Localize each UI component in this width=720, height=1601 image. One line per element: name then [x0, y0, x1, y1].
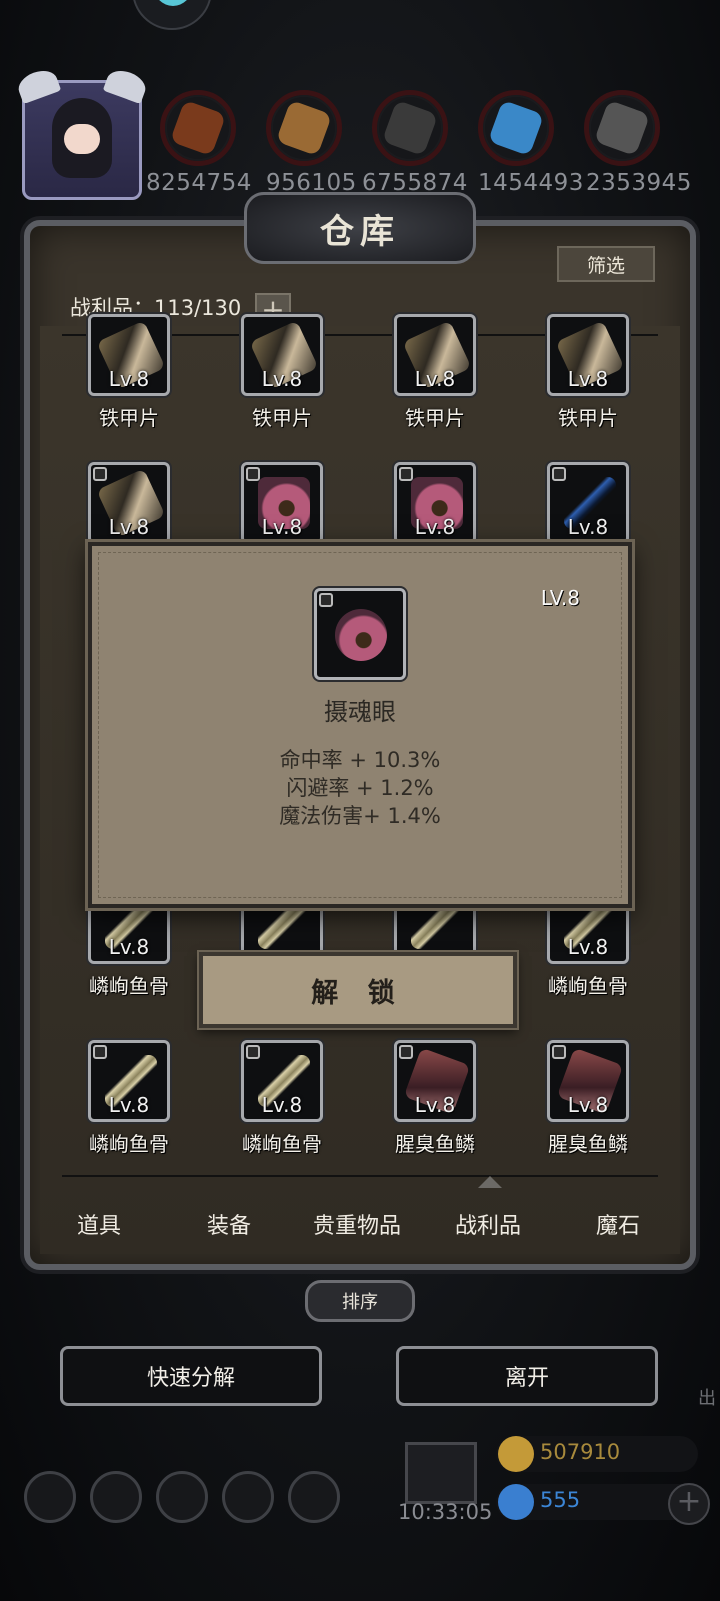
lock-icon [552, 1045, 566, 1059]
item-name: 嶙峋鱼骨 [242, 1132, 322, 1156]
guild-icon[interactable] [156, 1471, 208, 1523]
side-exit-label: 出 [698, 1388, 716, 1409]
item-level: Lv.8 [108, 367, 150, 391]
tooltip-item-name: 摄魂眼 [324, 698, 396, 726]
item-level: Lv.8 [414, 367, 456, 391]
active-tab-indicator [478, 1176, 502, 1188]
filter-button[interactable]: 筛选 [557, 246, 655, 282]
item-level: Lv.8 [108, 515, 150, 539]
item-level: Lv.8 [108, 935, 150, 959]
resource-count-iron: 2353945 [586, 170, 692, 196]
tooltip-stat: 闪避率 + 1.2% [286, 776, 434, 800]
tooltip-stat: 魔法伤害+ 1.4% [279, 804, 441, 828]
tab-items[interactable]: 道具 [77, 1208, 121, 1240]
mail-icon[interactable] [222, 1471, 274, 1523]
lock-icon [246, 467, 260, 481]
tooltip-stat: 命中率 + 10.3% [279, 748, 441, 772]
item-slot[interactable]: Lv.8 [88, 462, 170, 544]
item-slot[interactable]: Lv.8 [547, 462, 629, 544]
shop-icon[interactable] [288, 1471, 340, 1523]
item-level: Lv.8 [567, 1093, 609, 1117]
divider [62, 1175, 658, 1177]
tab-magic-stones[interactable]: 魔石 [596, 1208, 640, 1240]
item-name: 铁甲片 [558, 406, 618, 430]
sort-button[interactable]: 排序 [305, 1280, 415, 1322]
item-slot[interactable]: Lv.8 [241, 462, 323, 544]
item-slot[interactable]: Lv.8 [547, 1040, 629, 1122]
resource-meat[interactable] [160, 90, 236, 166]
bird-icon [154, 0, 192, 6]
tab-equipment[interactable]: 装备 [207, 1208, 251, 1240]
lock-icon [93, 467, 107, 481]
item-slot[interactable]: Lv.8 [394, 314, 476, 396]
resource-iron[interactable] [584, 90, 660, 166]
lock-icon [552, 467, 566, 481]
item-level: Lv.8 [261, 1093, 303, 1117]
item-level: Lv.8 [414, 515, 456, 539]
item-slot[interactable]: Lv.8 [88, 1040, 170, 1122]
item-name: 嶙峋鱼骨 [548, 974, 628, 998]
iron-icon [593, 99, 651, 157]
item-name: 嶙峋鱼骨 [89, 1132, 169, 1156]
item-level: Lv.8 [567, 935, 609, 959]
tab-valuables[interactable]: 贵重物品 [313, 1208, 401, 1240]
item-slot[interactable]: Lv.8 [394, 1040, 476, 1122]
warehouse-title-plate: 仓库 [244, 192, 476, 264]
lock-icon [399, 467, 413, 481]
item-name: 腥臭鱼鳞 [548, 1132, 628, 1156]
item-level: Lv.8 [261, 515, 303, 539]
unlock-label: 解 锁 [311, 977, 405, 1009]
diamond-icon [498, 1484, 534, 1520]
item-name: 铁甲片 [99, 406, 159, 430]
wood-icon [275, 99, 333, 157]
item-level: Lv.8 [567, 515, 609, 539]
lock-icon [93, 1045, 107, 1059]
tooltip-item-slot [314, 588, 406, 680]
item-name: 铁甲片 [405, 406, 465, 430]
resource-wood[interactable] [266, 90, 342, 166]
item-slot[interactable]: Lv.8 [241, 314, 323, 396]
item-level: Lv.8 [414, 1093, 456, 1117]
crystal-icon [487, 99, 545, 157]
soul-eye-icon [335, 609, 387, 661]
item-name: 腥臭鱼鳞 [395, 1132, 475, 1156]
item-level: Lv.8 [108, 1093, 150, 1117]
item-name: 嶙峋鱼骨 [89, 974, 169, 998]
meat-icon [169, 99, 227, 157]
tab-loot[interactable]: 战利品 [455, 1208, 521, 1240]
unlock-button[interactable]: 解 锁 [199, 952, 517, 1028]
stone-icon [381, 99, 439, 157]
star-icon[interactable] [90, 1471, 142, 1523]
item-tooltip: LV.8 摄魂眼 命中率 + 10.3% 闪避率 + 1.2% 魔法伤害+ 1.… [88, 542, 632, 908]
resource-count-crystal: 1454493 [478, 170, 584, 196]
gift-timer: 10:33:05 [398, 1500, 493, 1524]
leave-button[interactable]: 离开 [396, 1346, 658, 1406]
tooltip-level: LV.8 [540, 586, 580, 610]
resource-count-meat: 8254754 [146, 170, 252, 196]
item-slot[interactable]: Lv.8 [394, 462, 476, 544]
gold-amount: 507910 [540, 1440, 621, 1464]
lock-icon [399, 1045, 413, 1059]
lock-icon [319, 593, 333, 607]
item-level: Lv.8 [567, 367, 609, 391]
resource-crystal[interactable] [478, 90, 554, 166]
lock-icon [246, 1045, 260, 1059]
add-currency-button[interactable]: + [668, 1483, 710, 1525]
quick-decompose-button[interactable]: 快速分解 [60, 1346, 322, 1406]
item-slot[interactable]: Lv.8 [241, 1040, 323, 1122]
gold-coin-icon [498, 1436, 534, 1472]
item-name: 铁甲片 [252, 406, 312, 430]
item-slot[interactable]: Lv.8 [88, 314, 170, 396]
avatar [52, 98, 112, 178]
diamond-amount: 555 [540, 1488, 581, 1512]
item-level: Lv.8 [261, 367, 303, 391]
player-portrait[interactable] [14, 65, 150, 200]
item-slot[interactable]: Lv.8 [547, 314, 629, 396]
resource-stone[interactable] [372, 90, 448, 166]
warehouse-title: 仓库 [320, 211, 400, 252]
settings-icon[interactable] [24, 1471, 76, 1523]
gift-icon[interactable] [405, 1442, 477, 1504]
